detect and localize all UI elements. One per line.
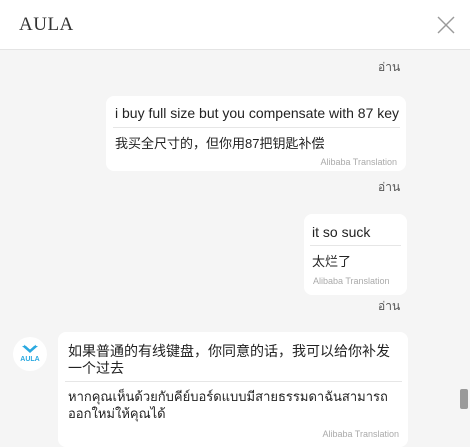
- translation-line: หากคุณเห็นด้วยกับคีย์บอร์ดแบบมีสายธรรมดา…: [68, 389, 388, 404]
- translation-source: Alibaba Translation: [313, 276, 390, 286]
- message-text: 如果普通的有线键盘，你同意的话，我可以给你补发 一个过去: [68, 343, 390, 377]
- translation-line: ออกใหม่ให้คุณได้: [68, 406, 166, 421]
- avatar-logo-text: AULA: [20, 356, 39, 363]
- message-translation: 太烂了: [312, 254, 352, 269]
- translation-source: Alibaba Translation: [322, 429, 399, 439]
- message-translation: 我买全尺寸的，但你用87把钥匙补偿: [115, 136, 325, 151]
- message-text-line: 如果普通的有线键盘，你同意的话，我可以给你补发: [68, 343, 390, 359]
- close-icon[interactable]: [436, 15, 456, 35]
- message-translation: หากคุณเห็นด้วยกับคีย์บอร์ดแบบมีสายธรรมดา…: [68, 388, 388, 422]
- message-text: it so suck: [312, 224, 371, 240]
- message-bubble-incoming[interactable]: 如果普通的有线键盘，你同意的话，我可以给你补发 一个过去 หากคุณเห็นด…: [58, 332, 408, 447]
- read-receipt: อ่าน: [378, 60, 401, 74]
- message-text: i buy full size but you compensate with …: [115, 105, 400, 121]
- translation-source: Alibaba Translation: [320, 157, 397, 167]
- aula-logo-icon: AULA: [20, 344, 40, 363]
- chat-area[interactable]: อ่าน i buy full size but you compensate …: [0, 50, 470, 447]
- message-bubble-outgoing[interactable]: it so suck 太烂了 Alibaba Translation: [304, 214, 407, 295]
- message-bubble-outgoing[interactable]: i buy full size but you compensate with …: [106, 96, 406, 171]
- read-receipt: อ่าน: [378, 299, 401, 313]
- chat-title: AULA: [19, 14, 74, 35]
- chat-header: AULA: [0, 0, 470, 50]
- divider: [65, 381, 402, 382]
- scrollbar-thumb[interactable]: [460, 389, 468, 409]
- divider: [113, 127, 400, 128]
- divider: [310, 245, 401, 246]
- avatar[interactable]: AULA: [13, 337, 47, 371]
- read-receipt: อ่าน: [378, 180, 401, 194]
- message-text-line: 一个过去: [68, 360, 124, 376]
